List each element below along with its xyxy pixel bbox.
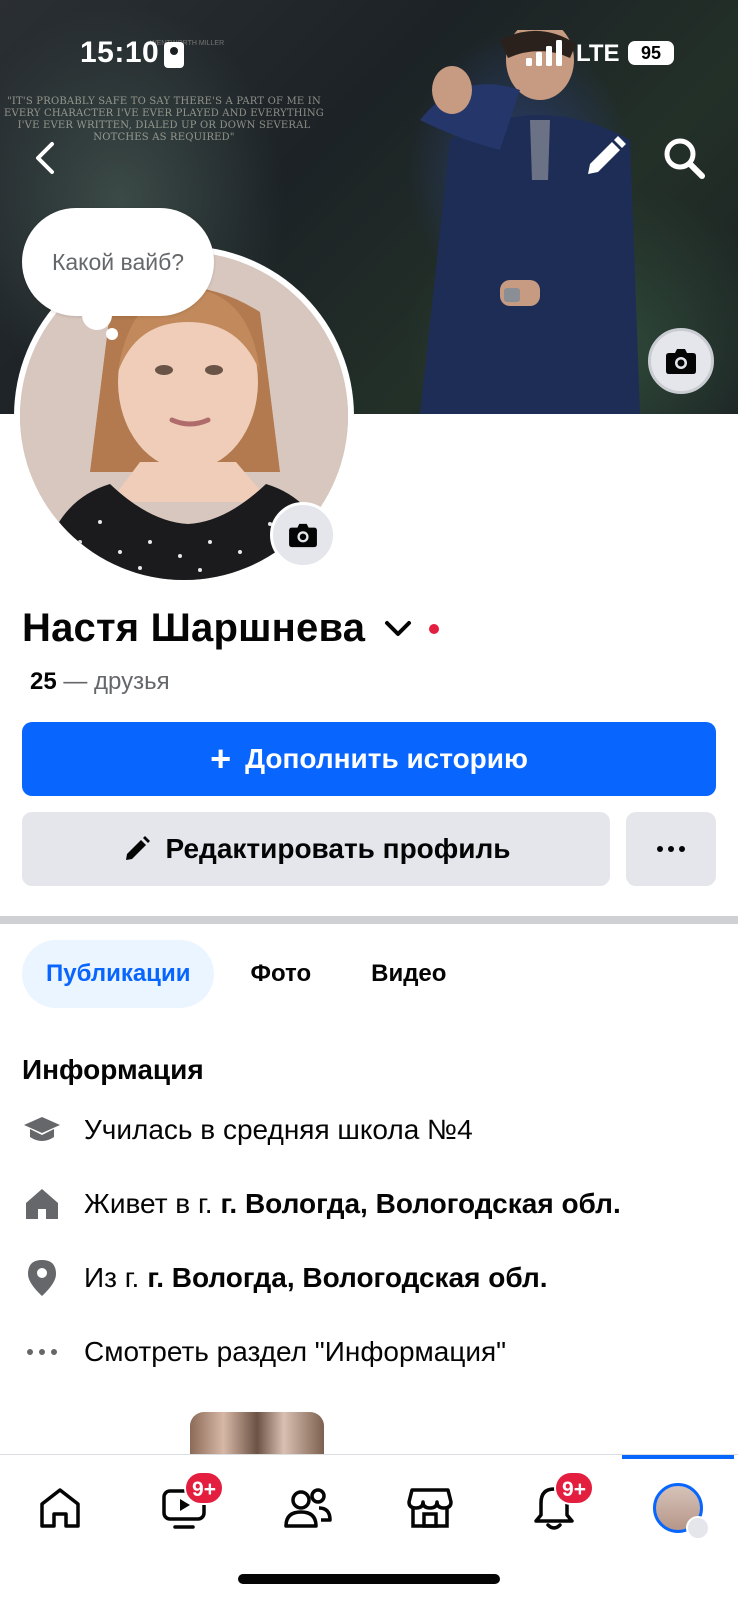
info-lives-in-text: Живет в г. bbox=[84, 1188, 213, 1219]
more-dots-icon bbox=[22, 1332, 62, 1372]
info-lives-in-city[interactable]: г. Вологда, Вологодская обл. bbox=[221, 1188, 621, 1220]
profile-name-row[interactable]: Настя Шаршнева bbox=[22, 606, 440, 651]
info-row-from: Из г. г. Вологда, Вологодская обл. bbox=[22, 1258, 548, 1298]
pencil-icon bbox=[588, 136, 626, 174]
home-icon bbox=[22, 1184, 62, 1224]
avatar bbox=[653, 1483, 710, 1540]
status-bar: 15:10 LTE 95 bbox=[0, 34, 738, 74]
active-tab-indicator bbox=[622, 1455, 734, 1459]
add-to-story-label: Дополнить историю bbox=[245, 743, 528, 774]
camera-icon bbox=[666, 349, 696, 374]
friends-label: — друзья bbox=[63, 668, 170, 695]
tab-photos[interactable]: Фото bbox=[226, 940, 335, 1008]
bubble-tail-small bbox=[106, 328, 118, 340]
battery-indicator: 95 bbox=[628, 41, 674, 65]
more-options-button[interactable] bbox=[626, 812, 716, 886]
plus-icon: + bbox=[210, 738, 232, 779]
edit-cover-button[interactable] bbox=[576, 130, 632, 186]
cover-camera-button[interactable] bbox=[648, 328, 714, 394]
location-pin-icon bbox=[22, 1258, 62, 1298]
bubble-tail-large bbox=[82, 300, 112, 330]
profile-name: Настя Шаршнева bbox=[22, 606, 366, 650]
notification-dot bbox=[429, 623, 440, 634]
info-from-text: Из г. bbox=[84, 1262, 140, 1293]
nav-home[interactable] bbox=[20, 1473, 100, 1543]
info-row-education: Училась в средняя школа №4 bbox=[22, 1110, 473, 1150]
status-bubble-text: Какой вайб? bbox=[51, 248, 185, 275]
video-badge: 9+ bbox=[184, 1471, 224, 1505]
tab-posts[interactable]: Публикации bbox=[22, 940, 215, 1008]
edit-profile-button[interactable]: Редактировать профиль bbox=[22, 812, 610, 886]
friends-number: 25 bbox=[30, 668, 57, 695]
status-bubble[interactable]: Какой вайб? bbox=[22, 208, 214, 316]
profile-tabs: Публикации Фото Видео bbox=[22, 940, 482, 1008]
chevron-down-icon[interactable] bbox=[381, 612, 415, 646]
signal-icon bbox=[526, 40, 562, 66]
home-indicator bbox=[238, 1574, 500, 1584]
cover-figure-illustration bbox=[420, 30, 640, 414]
camera-icon bbox=[289, 523, 317, 548]
search-icon bbox=[664, 138, 705, 179]
info-education-text: Училась в средняя школа №4 bbox=[84, 1114, 473, 1145]
menu-icon bbox=[686, 1516, 710, 1540]
tab-videos[interactable]: Видео bbox=[347, 940, 470, 1008]
status-person-icon bbox=[164, 42, 184, 68]
add-to-story-button[interactable]: + Дополнить историю bbox=[22, 722, 716, 796]
friends-count[interactable]: 25 — друзья bbox=[30, 668, 170, 696]
notifications-badge: 9+ bbox=[554, 1471, 594, 1505]
featured-photo-preview[interactable] bbox=[190, 1412, 324, 1454]
section-divider bbox=[0, 916, 738, 924]
info-heading: Информация bbox=[22, 1054, 204, 1085]
search-button[interactable] bbox=[656, 130, 712, 186]
see-about-link[interactable]: Смотреть раздел "Информация" bbox=[84, 1336, 506, 1368]
nav-friends[interactable] bbox=[268, 1473, 348, 1543]
more-dots-icon bbox=[657, 846, 685, 852]
nav-profile[interactable] bbox=[638, 1473, 718, 1543]
avatar-camera-button[interactable] bbox=[270, 502, 336, 568]
network-type: LTE bbox=[576, 40, 620, 67]
info-row-lives-in: Живет в г. г. Вологда, Вологодская обл. bbox=[22, 1184, 621, 1224]
pencil-icon bbox=[125, 836, 150, 860]
info-from-city[interactable]: г. Вологда, Вологодская обл. bbox=[147, 1262, 547, 1294]
marketplace-icon bbox=[407, 1488, 453, 1528]
back-button[interactable] bbox=[18, 130, 74, 186]
graduation-cap-icon bbox=[22, 1110, 62, 1150]
chevron-left-icon bbox=[36, 142, 54, 174]
friends-icon bbox=[284, 1488, 332, 1528]
info-row-see-about[interactable]: Смотреть раздел "Информация" bbox=[22, 1332, 506, 1372]
status-time: 15:10 bbox=[80, 36, 160, 69]
nav-marketplace[interactable] bbox=[390, 1473, 470, 1543]
home-icon bbox=[40, 1488, 80, 1528]
edit-profile-label: Редактировать профиль bbox=[165, 833, 511, 864]
